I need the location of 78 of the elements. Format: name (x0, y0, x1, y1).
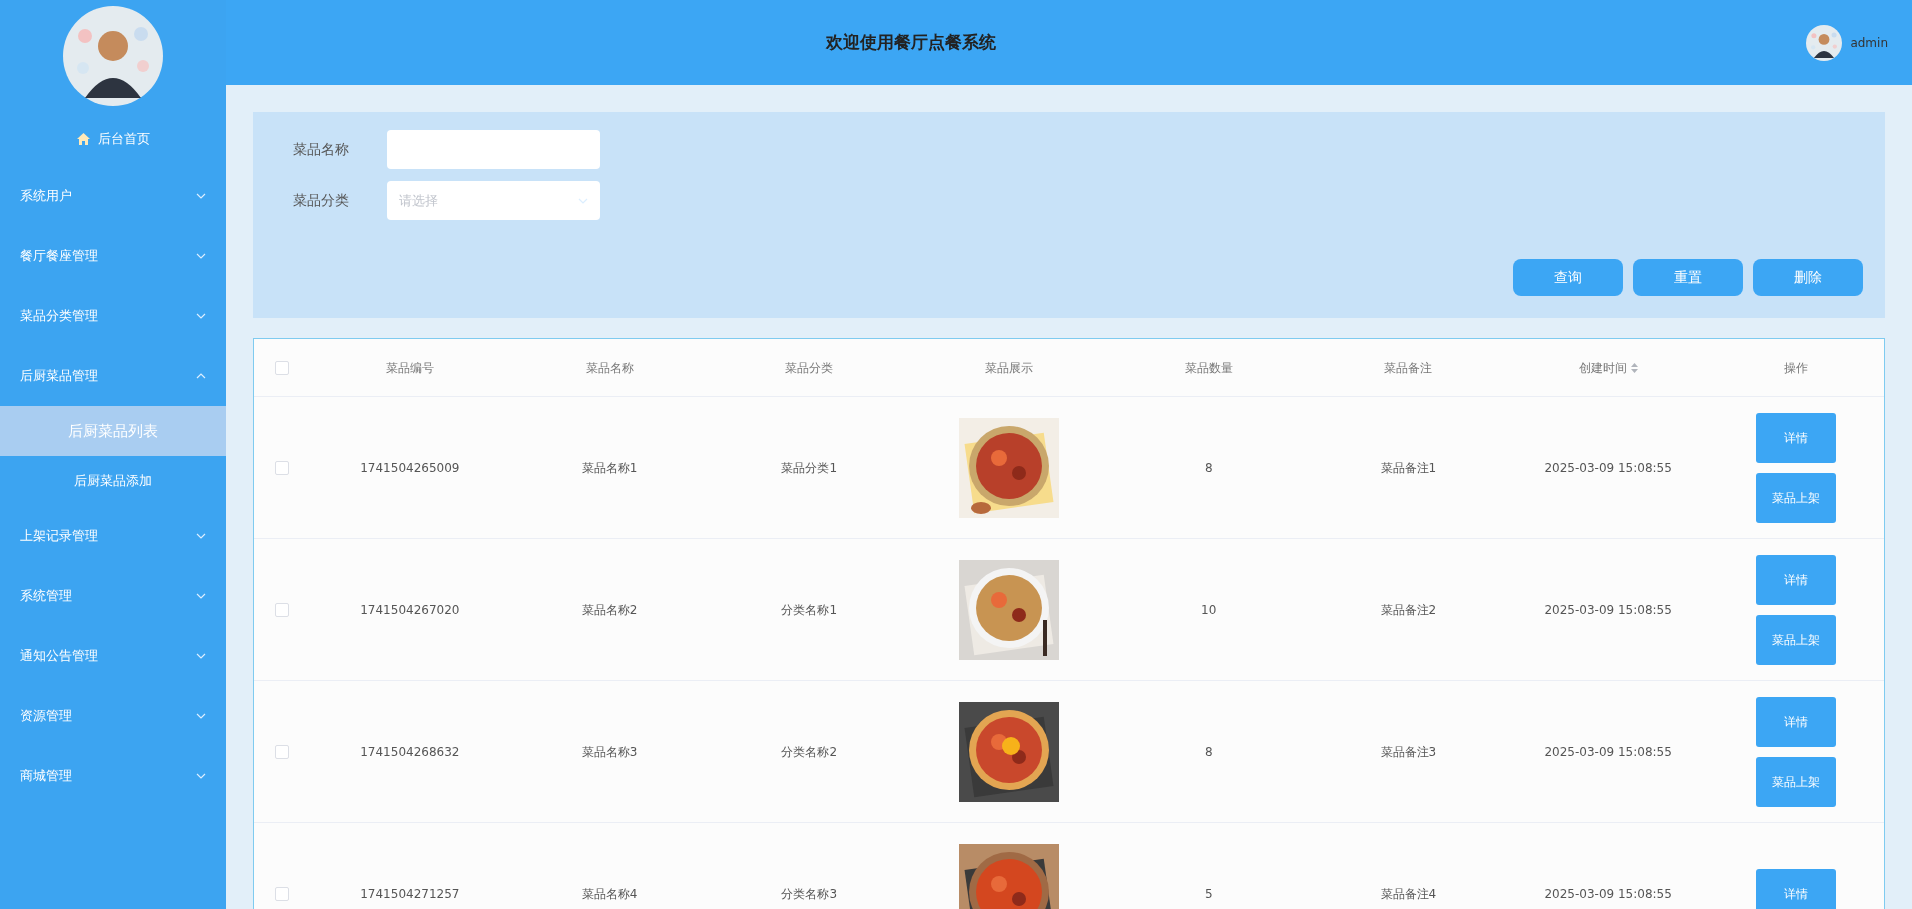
select-field[interactable]: 请选择 (387, 181, 600, 220)
sidebar-menu-item[interactable]: 商城管理 (0, 746, 226, 806)
chevron-down-icon (196, 773, 206, 779)
table-cell-text: 8 (1204, 459, 1213, 477)
table-cell-text: 10 (1201, 601, 1217, 619)
table-cell-text: 菜品备注1 (1380, 459, 1437, 477)
sidebar-menu-item[interactable]: 上架记录管理 (0, 506, 226, 566)
table-cell-text: 2025-03-09 15:08:55 (1544, 743, 1672, 761)
row-action-button[interactable]: 详情 (1756, 696, 1836, 747)
sidebar-menu-item[interactable]: 餐厅餐座管理 (0, 226, 226, 286)
table-cell-text: 5 (1204, 885, 1213, 903)
row-action-button[interactable]: 菜品上架 (1756, 614, 1836, 665)
action-button[interactable]: 查询 (1513, 259, 1623, 296)
username[interactable]: admin (1850, 34, 1888, 52)
column-header: 菜品展示 (985, 359, 1033, 377)
row-action-button[interactable]: 详情 (1756, 412, 1836, 463)
table-cell-text: 分类名称2 (781, 743, 838, 761)
table-cell-text: 2025-03-09 15:08:55 (1544, 459, 1672, 477)
home-icon (76, 133, 90, 145)
sidebar-menu-item[interactable]: 资源管理 (0, 686, 226, 746)
column-header[interactable]: 创建时间 (1578, 358, 1638, 377)
table-cell-text: 1741504267020 (360, 601, 460, 619)
checkbox[interactable] (275, 602, 289, 617)
chevron-up-icon (196, 373, 206, 379)
table-cell-text: 菜品备注3 (1380, 743, 1437, 761)
sort-icon[interactable] (1630, 362, 1638, 373)
field-label: 菜品名称 (293, 140, 350, 159)
page-title: 欢迎使用餐厅点餐系统 (826, 30, 996, 54)
chevron-down-icon (196, 253, 206, 259)
row-action-button[interactable]: 详情 (1756, 554, 1836, 605)
column-header: 操作 (1784, 359, 1808, 377)
chevron-down-icon (196, 713, 206, 719)
chevron-down-icon (578, 197, 588, 204)
table-cell-text: 1741504268632 (360, 743, 460, 761)
table-cell-text: 1741504265009 (360, 459, 460, 477)
action-button[interactable]: 删除 (1753, 259, 1863, 296)
user-avatar (1806, 25, 1843, 61)
chevron-down-icon (196, 193, 206, 199)
table-cell-text: 2025-03-09 15:08:55 (1544, 601, 1672, 619)
table-cell-text: 菜品备注2 (1380, 601, 1437, 619)
table-cell-text: 菜品名称3 (581, 743, 638, 761)
chevron-down-icon (196, 593, 206, 599)
table-cell-text: 菜品名称2 (581, 601, 638, 619)
sidebar-submenu-item[interactable]: 后厨菜品列表 (0, 406, 226, 456)
input-field[interactable] (387, 130, 600, 169)
checkbox[interactable] (275, 460, 289, 475)
chevron-down-icon (196, 533, 206, 539)
column-header: 菜品备注 (1384, 359, 1433, 377)
chevron-down-icon (196, 653, 206, 659)
action-button[interactable]: 重置 (1633, 259, 1743, 296)
table-cell-text: 菜品分类1 (781, 459, 838, 477)
table-cell-text: 分类名称3 (781, 885, 838, 903)
row-action-button[interactable]: 菜品上架 (1756, 472, 1836, 523)
table-cell-text: 1741504271257 (360, 885, 460, 903)
chevron-down-icon (196, 313, 206, 319)
table-cell-text: 分类名称1 (781, 601, 838, 619)
sidebar-menu-item[interactable]: 通知公告管理 (0, 626, 226, 686)
table-cell-text: 菜品名称1 (581, 459, 638, 477)
sidebar-menu-item[interactable]: 系统管理 (0, 566, 226, 626)
checkbox[interactable] (275, 744, 289, 759)
sidebar-submenu-item[interactable]: 后厨菜品添加 (0, 456, 226, 506)
row-action-button[interactable]: 详情 (1756, 868, 1836, 909)
table-cell-text: 菜品备注4 (1380, 885, 1437, 903)
column-header: 菜品编号 (385, 359, 434, 377)
checkbox[interactable] (275, 360, 289, 375)
column-header: 菜品数量 (1184, 359, 1233, 377)
sidebar-menu-item[interactable]: 后厨菜品管理 (0, 346, 226, 406)
table-cell-text: 8 (1204, 743, 1213, 761)
table-cell-text: 2025-03-09 15:08:55 (1544, 885, 1672, 903)
field-label: 菜品分类 (293, 191, 350, 210)
sidebar-menu-item[interactable]: 系统用户 (0, 166, 226, 226)
column-header: 菜品名称 (585, 359, 634, 377)
sidebar-menu-item[interactable]: 菜品分类管理 (0, 286, 226, 346)
table-cell-text: 菜品名称4 (581, 885, 638, 903)
sidebar-home-link[interactable]: 后台首页 (0, 124, 226, 154)
row-action-button[interactable]: 菜品上架 (1756, 756, 1836, 807)
checkbox[interactable] (275, 886, 289, 901)
column-header: 菜品分类 (785, 359, 834, 377)
